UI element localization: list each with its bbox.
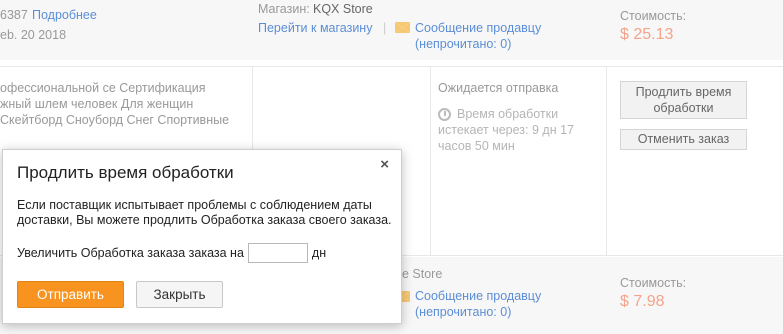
submit-button[interactable]: Отправить bbox=[17, 281, 124, 308]
extend-days-row: Увеличить Обработка заказа заказа на дн bbox=[17, 243, 326, 263]
extend-days-label: Увеличить Обработка заказа заказа на bbox=[17, 245, 244, 260]
extend-days-input[interactable] bbox=[247, 243, 308, 263]
close-button[interactable]: Закрыть bbox=[136, 281, 223, 308]
days-unit: дн bbox=[311, 245, 327, 260]
dialog-title: Продлить время обработки bbox=[17, 163, 234, 182]
dialog-description: Если поставщик испытывает проблемы с соб… bbox=[17, 198, 392, 227]
extend-processing-dialog: Продлить время обработки × Если поставщи… bbox=[2, 149, 402, 324]
close-icon[interactable]: × bbox=[380, 156, 389, 173]
